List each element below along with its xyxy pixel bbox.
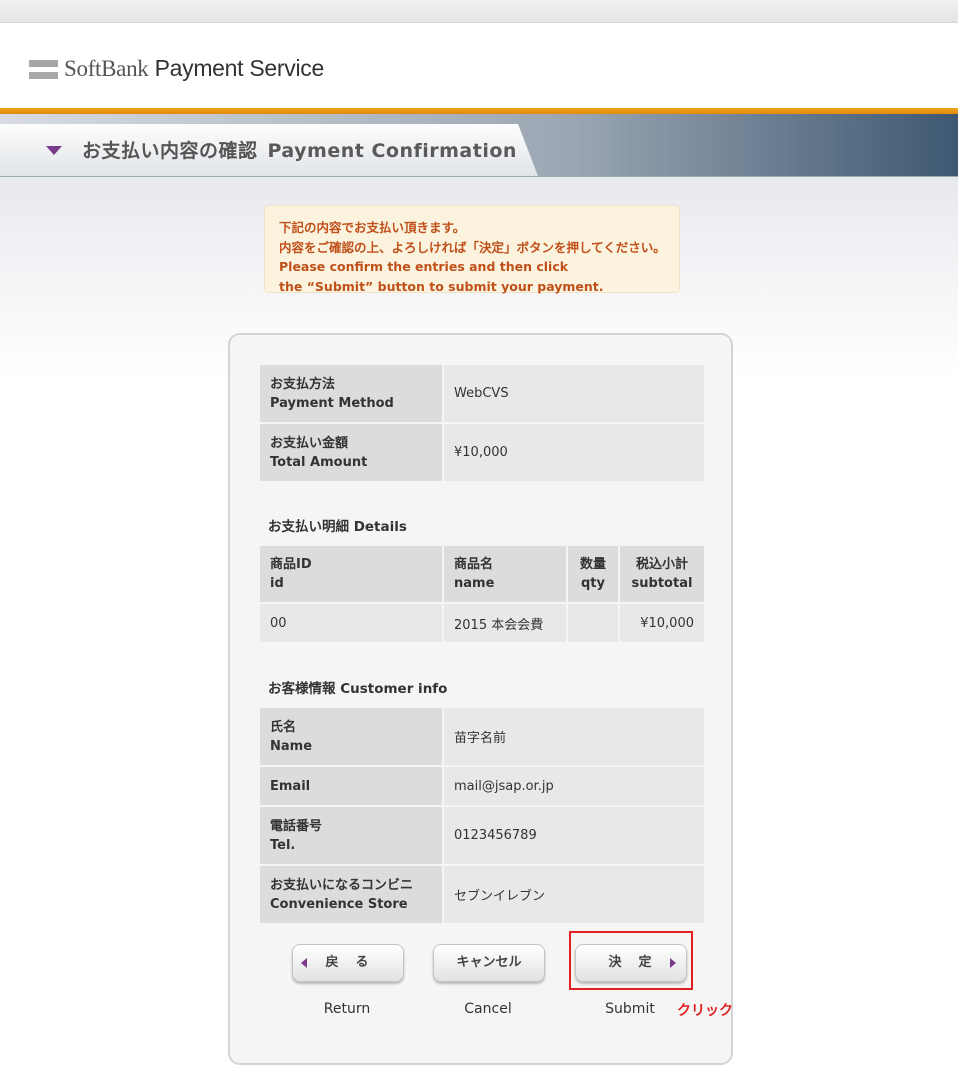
store-label: お支払いになるコンビニ Convenience Store bbox=[258, 864, 444, 925]
page-title-ja: お支払い内容の確認 bbox=[82, 140, 258, 162]
submit-caption[interactable]: Submit bbox=[575, 1001, 685, 1017]
site-header: SoftBank Payment Service bbox=[0, 23, 958, 108]
customer-section-title: お客様情報 Customer info bbox=[268, 681, 448, 697]
header-en: id bbox=[270, 576, 284, 591]
cell-id: 00 bbox=[258, 602, 444, 644]
customer-name-label: 氏名 Name bbox=[258, 706, 444, 767]
column-header-qty: 数量 qty bbox=[566, 544, 620, 604]
title-bar: お支払い内容の確認 Payment Confirmation bbox=[0, 114, 958, 177]
table-row: お支払いになるコンビニ Convenience Store セブンイレブン bbox=[258, 864, 706, 925]
label-en: Name bbox=[270, 738, 313, 754]
logo-bars-icon bbox=[29, 60, 58, 84]
header-en: subtotal bbox=[631, 576, 693, 591]
submit-highlight-box bbox=[569, 931, 693, 990]
browser-top-strip bbox=[0, 0, 958, 23]
table-row: お支払い金額 Total Amount ¥10,000 bbox=[258, 422, 706, 483]
customer-info-table: 氏名 Name 苗字名前 Email mail@jsap.or.jp 電話番号 … bbox=[258, 706, 706, 925]
email-label: Email bbox=[258, 765, 444, 807]
header-ja: 商品名 bbox=[454, 557, 494, 572]
details-table: 商品ID id 商品名 name 数量 qty 税込小計 subtotal 00… bbox=[258, 544, 706, 644]
header-en: name bbox=[454, 576, 495, 591]
notice-line-1: 下記の内容でお支払い頂きます。 bbox=[279, 220, 466, 235]
label-ja: お支払方法 bbox=[270, 376, 336, 392]
header-ja: 商品ID bbox=[270, 557, 312, 572]
label-ja: お支払いになるコンビニ bbox=[270, 877, 414, 893]
header-ja: 税込小計 bbox=[635, 557, 688, 572]
header-en: qty bbox=[581, 576, 605, 591]
logo: SoftBank Payment Service bbox=[64, 55, 324, 82]
cell-name: 2015 本会会費 bbox=[442, 602, 568, 644]
column-header-subtotal: 税込小計 subtotal bbox=[618, 544, 706, 604]
page-title: お支払い内容の確認 Payment Confirmation bbox=[82, 136, 517, 163]
click-annotation: クリック bbox=[677, 1003, 733, 1019]
payment-method-label: お支払方法 Payment Method bbox=[258, 363, 444, 424]
logo-bold-text: Payment Service bbox=[154, 55, 325, 81]
confirmation-notice: 下記の内容でお支払い頂きます。 内容をご確認の上、よろしければ「決定」ボタンを押… bbox=[264, 205, 680, 294]
table-row: 00 2015 本会会費 ¥10,000 bbox=[258, 602, 706, 644]
tel-value: 0123456789 bbox=[442, 805, 706, 866]
arrow-left-icon bbox=[301, 958, 307, 968]
logo-main-text: SoftBank bbox=[64, 56, 149, 81]
table-row: 電話番号 Tel. 0123456789 bbox=[258, 805, 706, 866]
label-ja: お支払い金額 bbox=[270, 435, 349, 451]
table-row: Email mail@jsap.or.jp bbox=[258, 765, 706, 807]
back-button[interactable]: 戻 る bbox=[292, 944, 404, 982]
label-en: Tel. bbox=[270, 837, 296, 853]
cell-subtotal: ¥10,000 bbox=[618, 602, 706, 644]
tel-label: 電話番号 Tel. bbox=[258, 805, 444, 866]
notice-line-2: 内容をご確認の上、よろしければ「決定」ボタンを押してください。 bbox=[279, 239, 666, 255]
table-header-row: 商品ID id 商品名 name 数量 qty 税込小計 subtotal bbox=[258, 544, 706, 604]
label-en: Convenience Store bbox=[270, 896, 408, 912]
notice-line-3: Please confirm the entries and then clic… bbox=[279, 259, 569, 274]
payment-summary-table: お支払方法 Payment Method WebCVS お支払い金額 Total… bbox=[258, 363, 706, 483]
page-title-en: Payment Confirmation bbox=[267, 140, 517, 162]
store-value: セブンイレブン bbox=[442, 864, 706, 925]
column-header-name: 商品名 name bbox=[442, 544, 568, 604]
cancel-button[interactable]: キャンセル bbox=[433, 944, 545, 982]
cell-qty bbox=[566, 602, 620, 644]
table-row: 氏名 Name 苗字名前 bbox=[258, 706, 706, 767]
label-ja: 氏名 bbox=[270, 719, 297, 735]
cancel-caption[interactable]: Cancel bbox=[433, 1001, 543, 1017]
return-caption[interactable]: Return bbox=[292, 1001, 402, 1017]
payment-method-value: WebCVS bbox=[442, 363, 706, 424]
label-en: Total Amount bbox=[270, 454, 368, 470]
back-button-label: 戻 る bbox=[325, 955, 371, 970]
cancel-button-label: キャンセル bbox=[456, 955, 522, 970]
label-en: Payment Method bbox=[270, 395, 394, 411]
customer-name-value: 苗字名前 bbox=[442, 706, 706, 767]
header-ja: 数量 bbox=[579, 557, 606, 572]
total-amount-value: ¥10,000 bbox=[442, 422, 706, 483]
column-header-id: 商品ID id bbox=[258, 544, 444, 604]
notice-line-4: the “Submit” button to submit your payme… bbox=[279, 278, 604, 294]
details-section-title: お支払い明細 Details bbox=[268, 519, 407, 535]
email-value: mail@jsap.or.jp bbox=[442, 765, 706, 807]
table-row: お支払方法 Payment Method WebCVS bbox=[258, 363, 706, 424]
triangle-down-icon bbox=[46, 146, 62, 155]
total-amount-label: お支払い金額 Total Amount bbox=[258, 422, 444, 483]
label-ja: 電話番号 bbox=[270, 818, 323, 834]
